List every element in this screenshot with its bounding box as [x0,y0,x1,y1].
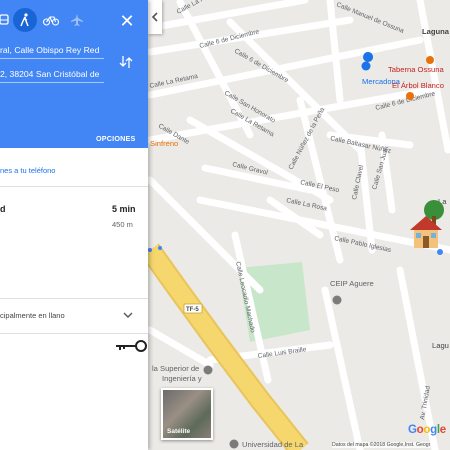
options-button[interactable]: OPCIONES [96,134,136,143]
route-mode-label: d [0,204,6,214]
key-icon [116,340,147,352]
area-label: Laguna [422,27,450,36]
walk-icon [20,13,29,27]
bicycle-icon [43,16,59,26]
directions-panel: ✕ ral, Calle Obispo Rey Red 2, 38204 San… [0,0,148,450]
svg-text:Ingeniería y: Ingeniería y [162,374,202,383]
cycling-mode-button[interactable] [39,8,63,32]
collapse-panel-button[interactable] [148,0,162,34]
send-to-phone-link[interactable]: nes a tu teléfono [0,166,55,175]
svg-text:la Superior de: la Superior de [152,364,199,373]
divider [0,186,148,187]
walking-mode-button[interactable] [13,8,37,32]
origin-input[interactable]: ral, Calle Obispo Rey Red [0,42,104,59]
flight-mode-button[interactable] [65,8,89,32]
close-icon: ✕ [119,11,135,31]
swap-icon[interactable] [118,54,134,70]
google-logo: Google [408,424,446,436]
divider [0,333,148,334]
satellite-toggle[interactable]: Satélite [161,388,213,440]
destination-house-marker[interactable] [404,198,448,258]
route-description: cipalmente en llano [0,311,65,320]
map-attribution: Datos del mapa ©2018 Google,Inst. Geogr [332,442,431,448]
chevron-down-icon[interactable] [122,309,134,321]
transport-mode-selector: ✕ [0,6,148,34]
route-distance: 450 m [112,220,133,229]
bus-icon [0,14,9,25]
chevron-left-icon [151,12,158,22]
svg-text:El Árbol Blanco: El Árbol Blanco [392,81,444,90]
poi-sinfreno[interactable]: Sinfreno [150,139,178,148]
highway-label: TF-5 [186,307,199,313]
directions-header: ✕ ral, Calle Obispo Rey Red 2, 38204 San… [0,0,148,148]
route-duration: 5 min [112,204,136,214]
svg-text:Sinfreno: Sinfreno [150,139,178,148]
svg-text:Taberna Ossuna: Taberna Ossuna [388,65,444,74]
destination-input[interactable]: 2, 38204 San Cristóbal de [0,66,104,83]
plane-icon [71,14,83,26]
area-label: Lagu [432,341,449,350]
divider [0,298,148,299]
close-directions-button[interactable]: ✕ [118,10,136,32]
svg-text:CEIP Aguere: CEIP Aguere [330,279,374,288]
satellite-label: Satélite [167,428,191,435]
svg-text:Universidad de La: Universidad de La [242,440,304,449]
